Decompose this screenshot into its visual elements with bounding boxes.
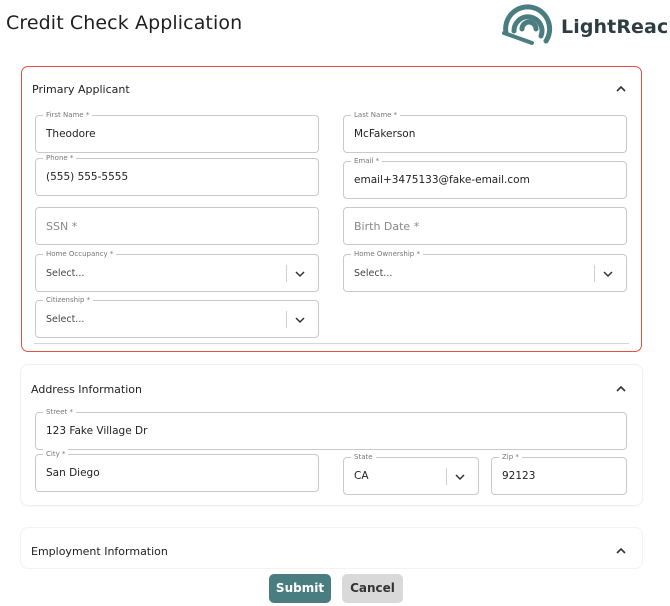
field-placeholder: Birth Date * — [354, 220, 420, 233]
field-placeholder: SSN * — [46, 220, 78, 233]
employment-section: Employment Information — [21, 528, 642, 568]
field-label: Zip * — [499, 452, 522, 462]
email-field[interactable]: Email * email+3475133@fake-email.com — [343, 156, 627, 199]
select-separator — [446, 468, 447, 485]
section-title: Primary Applicant — [32, 83, 130, 96]
select-value: CA — [354, 470, 369, 482]
field-label: Email * — [351, 156, 383, 166]
field-label: Citizenship * — [43, 295, 94, 305]
chevron-up-icon[interactable] — [614, 544, 628, 558]
field-label: Home Ownership * — [351, 249, 423, 259]
chevron-up-icon[interactable] — [614, 82, 628, 96]
chevron-down-icon[interactable] — [454, 471, 466, 483]
city-field[interactable]: City * San Diego — [35, 449, 319, 492]
first-name-field[interactable]: First Name * Theodore — [35, 110, 319, 153]
field-value: (555) 555-5555 — [46, 171, 129, 183]
street-field[interactable]: Street * 123 Fake Village Dr — [35, 407, 627, 450]
home-occupancy-select[interactable]: Home Occupancy * Select... — [35, 249, 319, 292]
field-label: State — [351, 452, 376, 462]
brand-name: LightReach — [561, 16, 670, 38]
last-name-field[interactable]: Last Name * McFakerson — [343, 110, 627, 153]
state-select[interactable]: State CA — [343, 452, 479, 495]
section-divider — [34, 343, 629, 344]
chevron-up-icon[interactable] — [614, 382, 628, 396]
birth-date-field[interactable]: Birth Date * — [343, 207, 627, 245]
field-value: 92123 — [502, 470, 536, 482]
select-separator — [594, 265, 595, 282]
field-label: First Name * — [43, 110, 93, 120]
select-value: Select... — [46, 314, 85, 325]
field-value: Theodore — [46, 128, 96, 140]
select-value: Select... — [46, 268, 85, 279]
cancel-button[interactable]: Cancel — [342, 574, 403, 603]
section-title: Employment Information — [31, 545, 168, 558]
field-label: City * — [43, 449, 69, 459]
chevron-down-icon[interactable] — [602, 268, 614, 280]
section-title: Address Information — [31, 383, 142, 396]
field-label: Home Occupancy * — [43, 249, 117, 259]
select-separator — [286, 311, 287, 328]
field-label: Phone * — [43, 153, 77, 163]
ssn-field[interactable]: SSN * — [35, 207, 319, 245]
select-value: Select... — [354, 268, 393, 279]
field-value: McFakerson — [354, 128, 416, 140]
page-title: Credit Check Application — [6, 12, 243, 34]
field-value: email+3475133@fake-email.com — [354, 174, 530, 186]
chevron-down-icon[interactable] — [294, 314, 306, 326]
zip-field[interactable]: Zip * 92123 — [491, 452, 627, 495]
select-separator — [286, 265, 287, 282]
citizenship-select[interactable]: Citizenship * Select... — [35, 295, 319, 338]
chevron-down-icon[interactable] — [294, 268, 306, 280]
field-value: San Diego — [46, 467, 100, 479]
field-label: Street * — [43, 407, 76, 417]
field-label: Last Name * — [351, 110, 401, 120]
brand-logo: LightReach — [502, 3, 670, 47]
lightreach-logo-icon — [502, 4, 553, 45]
address-section: Address Information Street * 123 Fake Vi… — [21, 365, 642, 505]
phone-field[interactable]: Phone * (555) 555-5555 — [35, 153, 319, 196]
field-value: 123 Fake Village Dr — [46, 425, 148, 437]
primary-applicant-section: Primary Applicant First Name * Theodore … — [21, 66, 642, 352]
home-ownership-select[interactable]: Home Ownership * Select... — [343, 249, 627, 292]
submit-button[interactable]: Submit — [269, 574, 331, 603]
